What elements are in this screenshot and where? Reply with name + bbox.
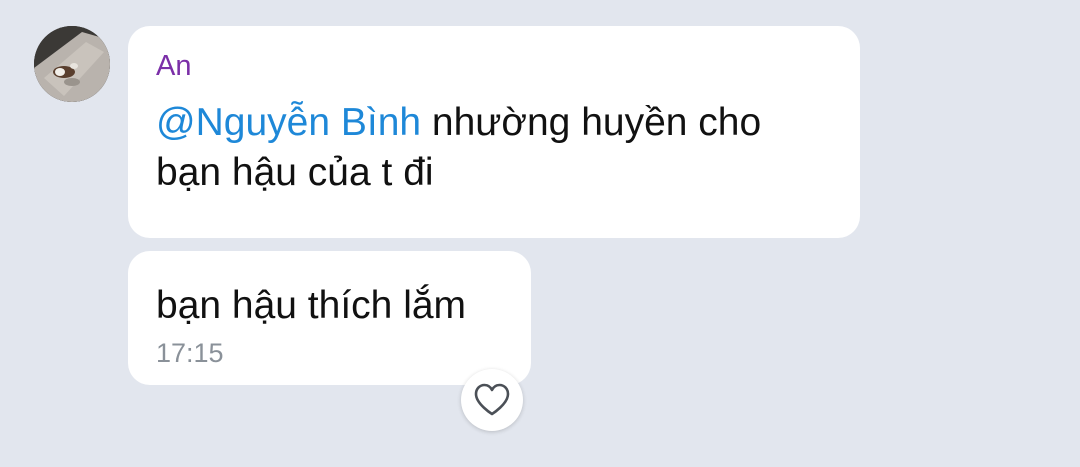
avatar-image bbox=[34, 26, 110, 102]
message-bubble[interactable]: bạn hậu thích lắm 17:15 bbox=[128, 251, 531, 385]
react-heart-button[interactable] bbox=[461, 369, 523, 431]
message-text: @Nguyễn Bình nhường huyền cho bạn hậu củ… bbox=[156, 98, 832, 198]
heart-outline-icon bbox=[474, 383, 510, 416]
sender-name[interactable]: An bbox=[156, 48, 832, 84]
message-text: bạn hậu thích lắm bbox=[156, 284, 467, 327]
mention-link[interactable]: @Nguyễn Bình bbox=[156, 101, 421, 144]
avatar[interactable] bbox=[34, 26, 110, 102]
message-bubble[interactable]: An @Nguyễn Bình nhường huyền cho bạn hậu… bbox=[128, 26, 860, 238]
message-timestamp: 17:15 bbox=[156, 338, 224, 368]
